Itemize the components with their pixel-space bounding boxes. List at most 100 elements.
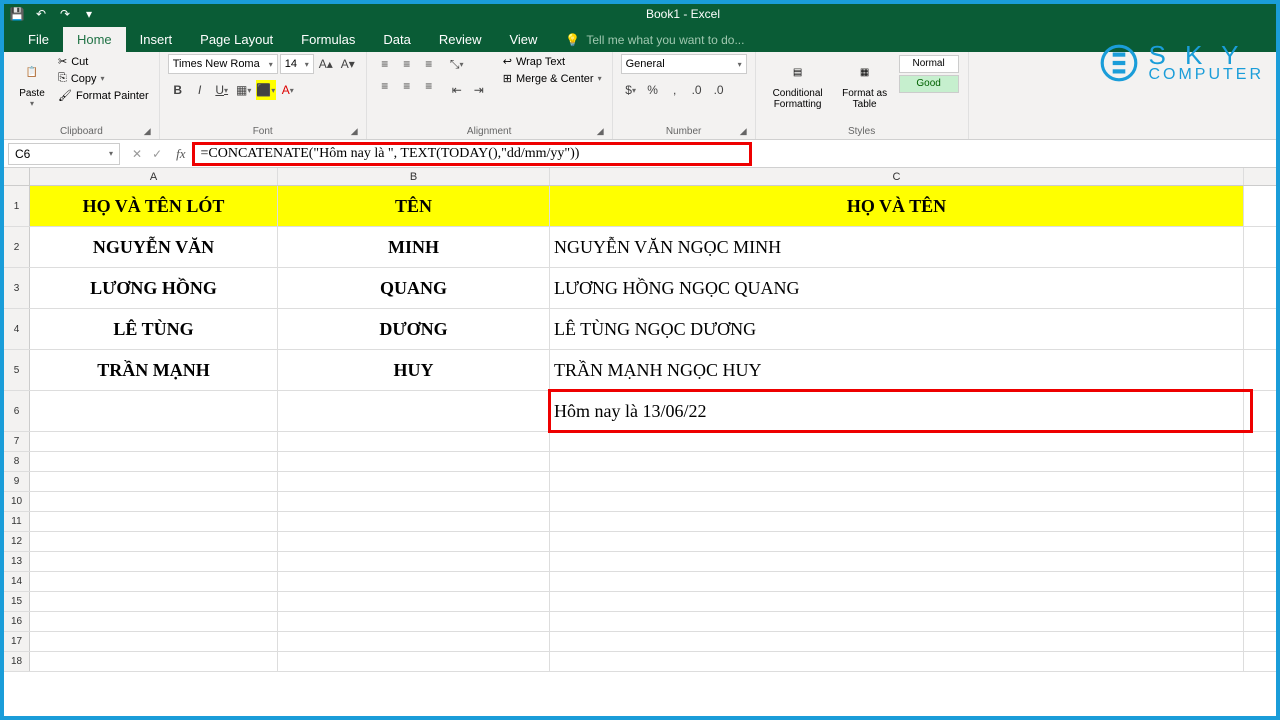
copy-button[interactable]: ⎘Copy▾ <box>56 71 151 86</box>
cell[interactable] <box>30 512 278 531</box>
cell[interactable] <box>550 552 1244 571</box>
cell[interactable] <box>278 572 550 591</box>
merge-center-button[interactable]: ⊞Merge & Center▾ <box>501 71 604 86</box>
cell-c6[interactable]: Hôm nay là 13/06/22 <box>550 391 1244 431</box>
row-header[interactable]: 10 <box>4 492 30 511</box>
cell[interactable] <box>550 452 1244 471</box>
fill-color-button[interactable]: ⬛▾ <box>256 80 276 100</box>
borders-button[interactable]: ▦▾ <box>234 80 254 100</box>
cell[interactable] <box>30 552 278 571</box>
align-middle-icon[interactable]: ≡ <box>397 54 417 74</box>
cell-b2[interactable]: MINH <box>278 227 550 267</box>
align-top-icon[interactable]: ≡ <box>375 54 395 74</box>
cell[interactable] <box>550 492 1244 511</box>
number-launcher-icon[interactable]: ◢ <box>740 126 747 137</box>
cell-c1[interactable]: HỌ VÀ TÊN <box>550 186 1244 226</box>
cell[interactable] <box>550 592 1244 611</box>
cell[interactable] <box>30 452 278 471</box>
cell[interactable] <box>550 572 1244 591</box>
cell-b5[interactable]: HUY <box>278 350 550 390</box>
row-header[interactable]: 16 <box>4 612 30 631</box>
align-left-icon[interactable]: ≡ <box>375 76 395 96</box>
enter-formula-icon[interactable]: ✓ <box>152 147 162 161</box>
name-box[interactable]: C6▾ <box>8 143 120 165</box>
font-name-select[interactable]: Times New Roma▾ <box>168 54 278 74</box>
tell-me-search[interactable]: 💡 Tell me what you want to do... <box>551 28 758 52</box>
cell[interactable] <box>550 472 1244 491</box>
row-header[interactable]: 1 <box>4 186 30 226</box>
alignment-launcher-icon[interactable]: ◢ <box>597 126 604 137</box>
cell[interactable] <box>278 532 550 551</box>
align-center-icon[interactable]: ≡ <box>397 76 417 96</box>
tab-home[interactable]: Home <box>63 27 126 52</box>
row-header[interactable]: 6 <box>4 391 30 431</box>
row-header[interactable]: 2 <box>4 227 30 267</box>
cell[interactable] <box>278 592 550 611</box>
fx-icon[interactable]: fx <box>170 146 191 162</box>
decrease-decimal-icon[interactable]: .0 <box>709 80 729 100</box>
cell[interactable] <box>30 492 278 511</box>
decrease-font-icon[interactable]: A▾ <box>338 54 358 74</box>
font-launcher-icon[interactable]: ◢ <box>351 126 358 137</box>
decrease-indent-icon[interactable]: ⇤ <box>447 80 467 100</box>
col-header-b[interactable]: B <box>278 168 550 185</box>
cell[interactable] <box>278 472 550 491</box>
cell[interactable] <box>30 612 278 631</box>
row-header[interactable]: 5 <box>4 350 30 390</box>
save-icon[interactable]: 💾 <box>10 7 24 21</box>
cell[interactable] <box>278 512 550 531</box>
col-header-a[interactable]: A <box>30 168 278 185</box>
paste-button[interactable]: 📋 Paste ▾ <box>12 54 52 110</box>
qat-customize-icon[interactable]: ▾ <box>82 7 96 21</box>
cell[interactable] <box>278 492 550 511</box>
row-header[interactable]: 14 <box>4 572 30 591</box>
cell-b4[interactable]: DƯƠNG <box>278 309 550 349</box>
redo-icon[interactable]: ↷ <box>58 7 72 21</box>
bold-button[interactable]: B <box>168 80 188 100</box>
cell[interactable] <box>30 592 278 611</box>
row-header[interactable]: 3 <box>4 268 30 308</box>
cell-a1[interactable]: HỌ VÀ TÊN LÓT <box>30 186 278 226</box>
select-all-corner[interactable] <box>4 168 30 185</box>
clipboard-launcher-icon[interactable]: ◢ <box>144 126 151 137</box>
cell[interactable] <box>278 452 550 471</box>
cell[interactable] <box>550 632 1244 651</box>
row-header[interactable]: 9 <box>4 472 30 491</box>
cell[interactable] <box>30 652 278 671</box>
cell-c4[interactable]: LÊ TÙNG NGỌC DƯƠNG <box>550 309 1244 349</box>
tab-view[interactable]: View <box>495 27 551 52</box>
align-bottom-icon[interactable]: ≡ <box>419 54 439 74</box>
cell-b6[interactable] <box>278 391 550 431</box>
cell[interactable] <box>278 612 550 631</box>
cell[interactable] <box>278 652 550 671</box>
cell[interactable] <box>30 572 278 591</box>
tab-insert[interactable]: Insert <box>126 27 187 52</box>
increase-decimal-icon[interactable]: .0 <box>687 80 707 100</box>
tab-file[interactable]: File <box>14 27 63 52</box>
increase-indent-icon[interactable]: ⇥ <box>469 80 489 100</box>
italic-button[interactable]: I <box>190 80 210 100</box>
conditional-formatting-button[interactable]: ▤Conditional Formatting <box>764 54 832 112</box>
row-header[interactable]: 12 <box>4 532 30 551</box>
cell[interactable] <box>550 512 1244 531</box>
row-header[interactable]: 18 <box>4 652 30 671</box>
style-normal[interactable]: Normal <box>899 55 959 73</box>
cell-b3[interactable]: QUANG <box>278 268 550 308</box>
tab-page-layout[interactable]: Page Layout <box>186 27 287 52</box>
percent-icon[interactable]: % <box>643 80 663 100</box>
number-format-select[interactable]: General▾ <box>621 54 747 74</box>
cell[interactable] <box>30 532 278 551</box>
tab-formulas[interactable]: Formulas <box>287 27 369 52</box>
cell[interactable] <box>550 612 1244 631</box>
align-right-icon[interactable]: ≡ <box>419 76 439 96</box>
cell-c5[interactable]: TRẦN MẠNH NGỌC HUY <box>550 350 1244 390</box>
cell[interactable] <box>30 432 278 451</box>
col-header-c[interactable]: C <box>550 168 1244 185</box>
cell-c2[interactable]: NGUYỄN VĂN NGỌC MINH <box>550 227 1244 267</box>
cell-a6[interactable] <box>30 391 278 431</box>
format-painter-button[interactable]: 🖌Format Painter <box>56 88 151 103</box>
cell[interactable] <box>278 552 550 571</box>
row-header[interactable]: 4 <box>4 309 30 349</box>
format-as-table-button[interactable]: ▦Format as Table <box>836 54 894 112</box>
tab-data[interactable]: Data <box>369 27 424 52</box>
